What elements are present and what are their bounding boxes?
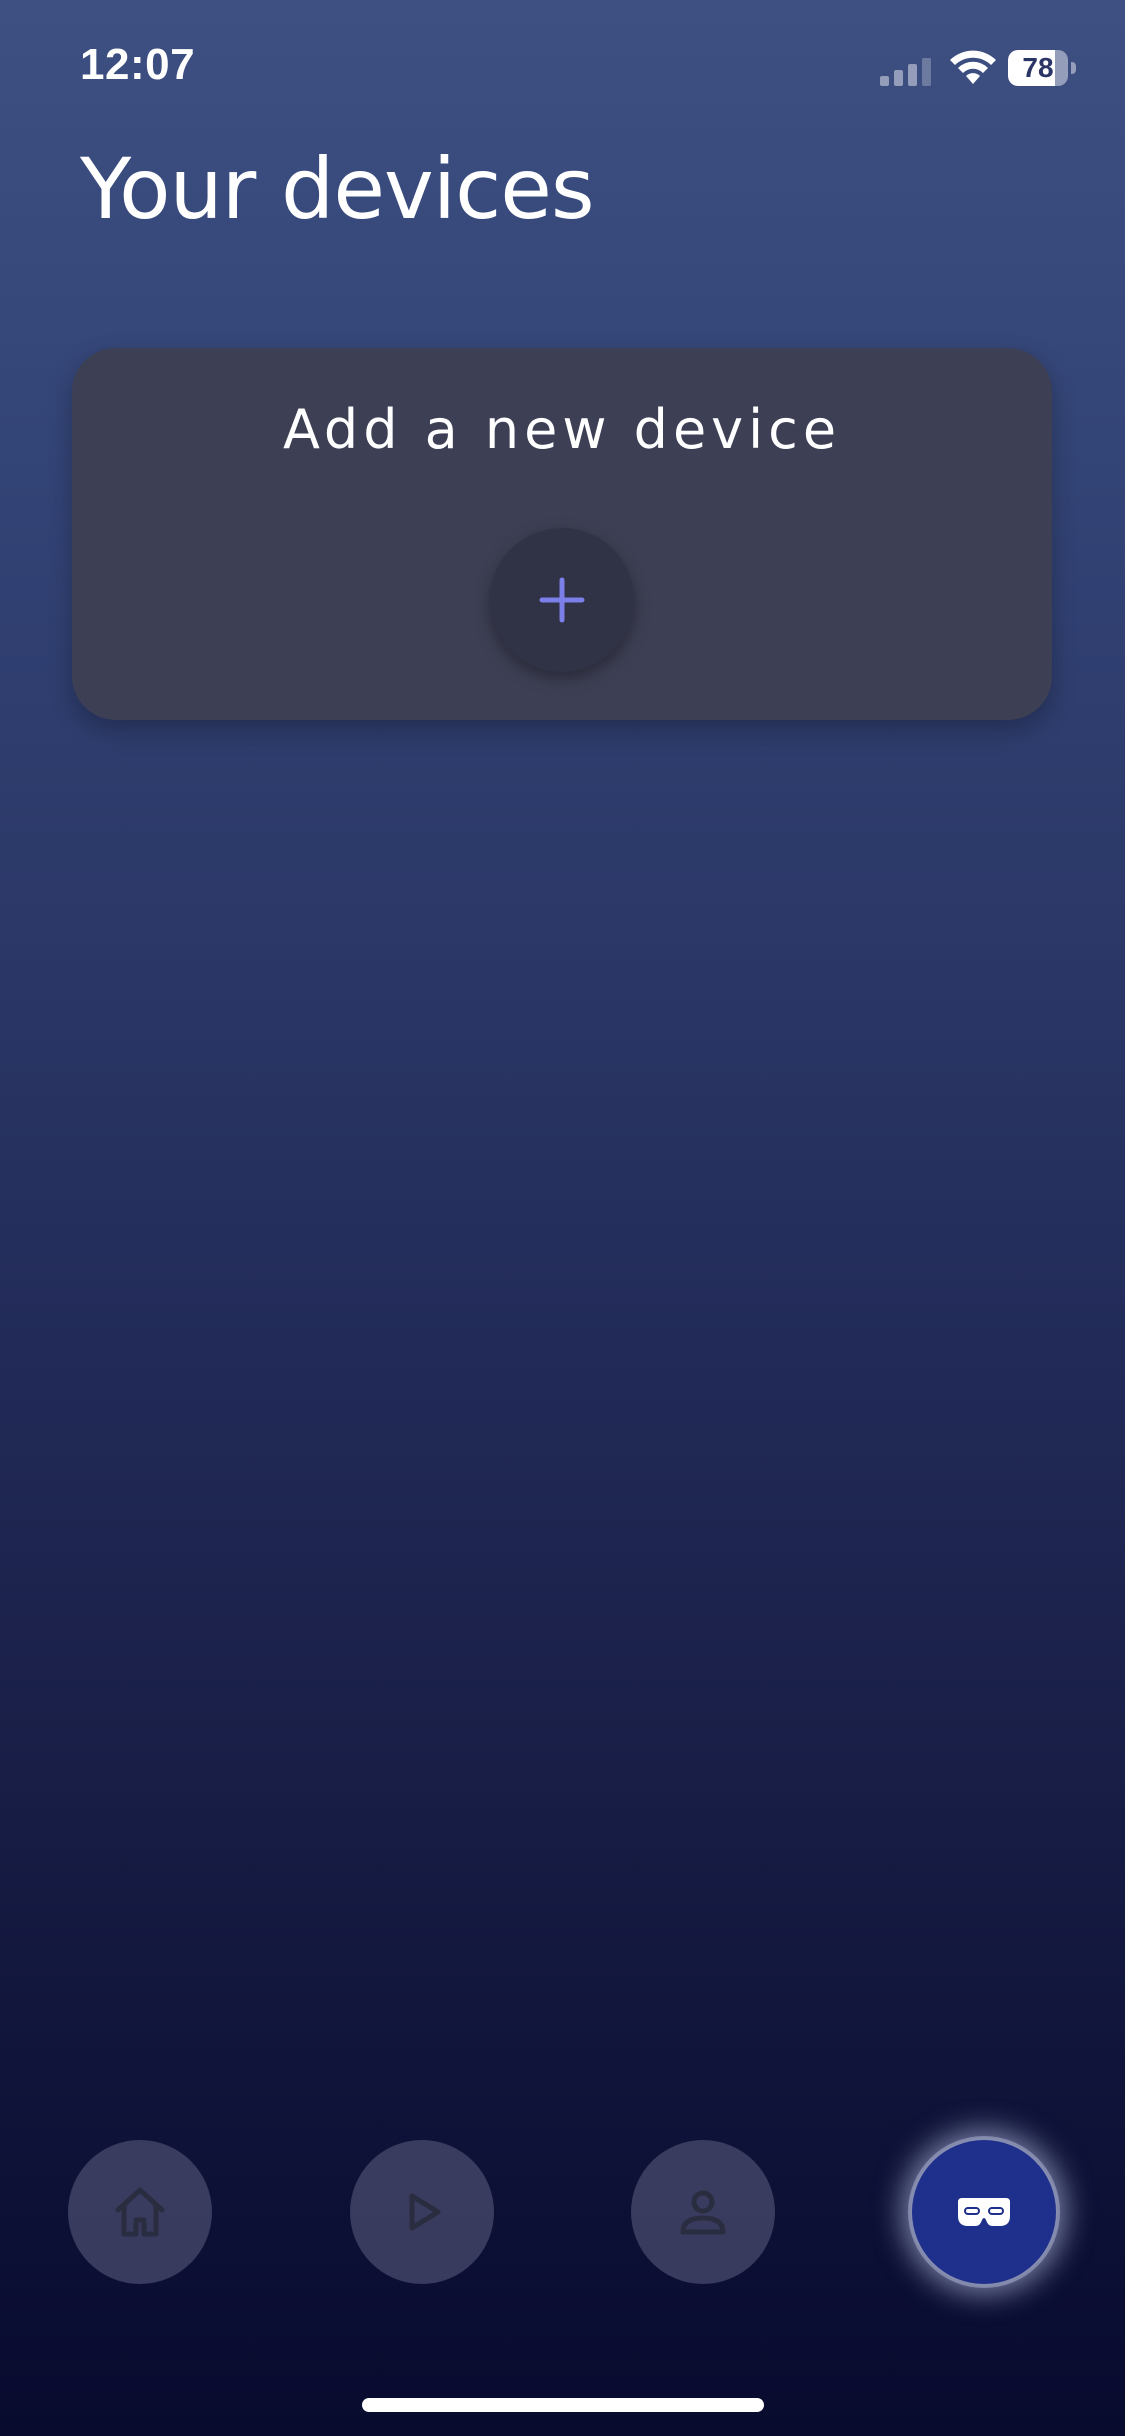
nav-profile-button[interactable] [631,2140,775,2284]
nav-devices-button[interactable] [912,2140,1056,2284]
battery-level: 78 [1022,52,1054,83]
home-indicator[interactable] [362,2398,764,2412]
vr-headset-icon [958,2198,1010,2226]
play-icon [409,2193,441,2231]
page-title: Your devices [80,140,595,238]
user-icon [680,2190,726,2235]
status-bar: 12:07 78 [0,0,1125,130]
add-device-card[interactable]: Add a new device [72,348,1052,720]
plus-icon [539,577,585,623]
battery-icon: 78 [1008,50,1076,86]
status-time: 12:07 [80,40,196,89]
battery-body: 78 [1008,50,1068,86]
nav-home-button[interactable] [68,2140,212,2284]
signal-icon [880,58,931,86]
add-device-button[interactable] [490,528,634,672]
home-icon [115,2187,165,2237]
bottom-nav [0,2140,1125,2290]
battery-cap [1071,62,1076,74]
add-device-title: Add a new device [282,398,842,461]
nav-play-button[interactable] [350,2140,494,2284]
wifi-icon [950,50,996,84]
